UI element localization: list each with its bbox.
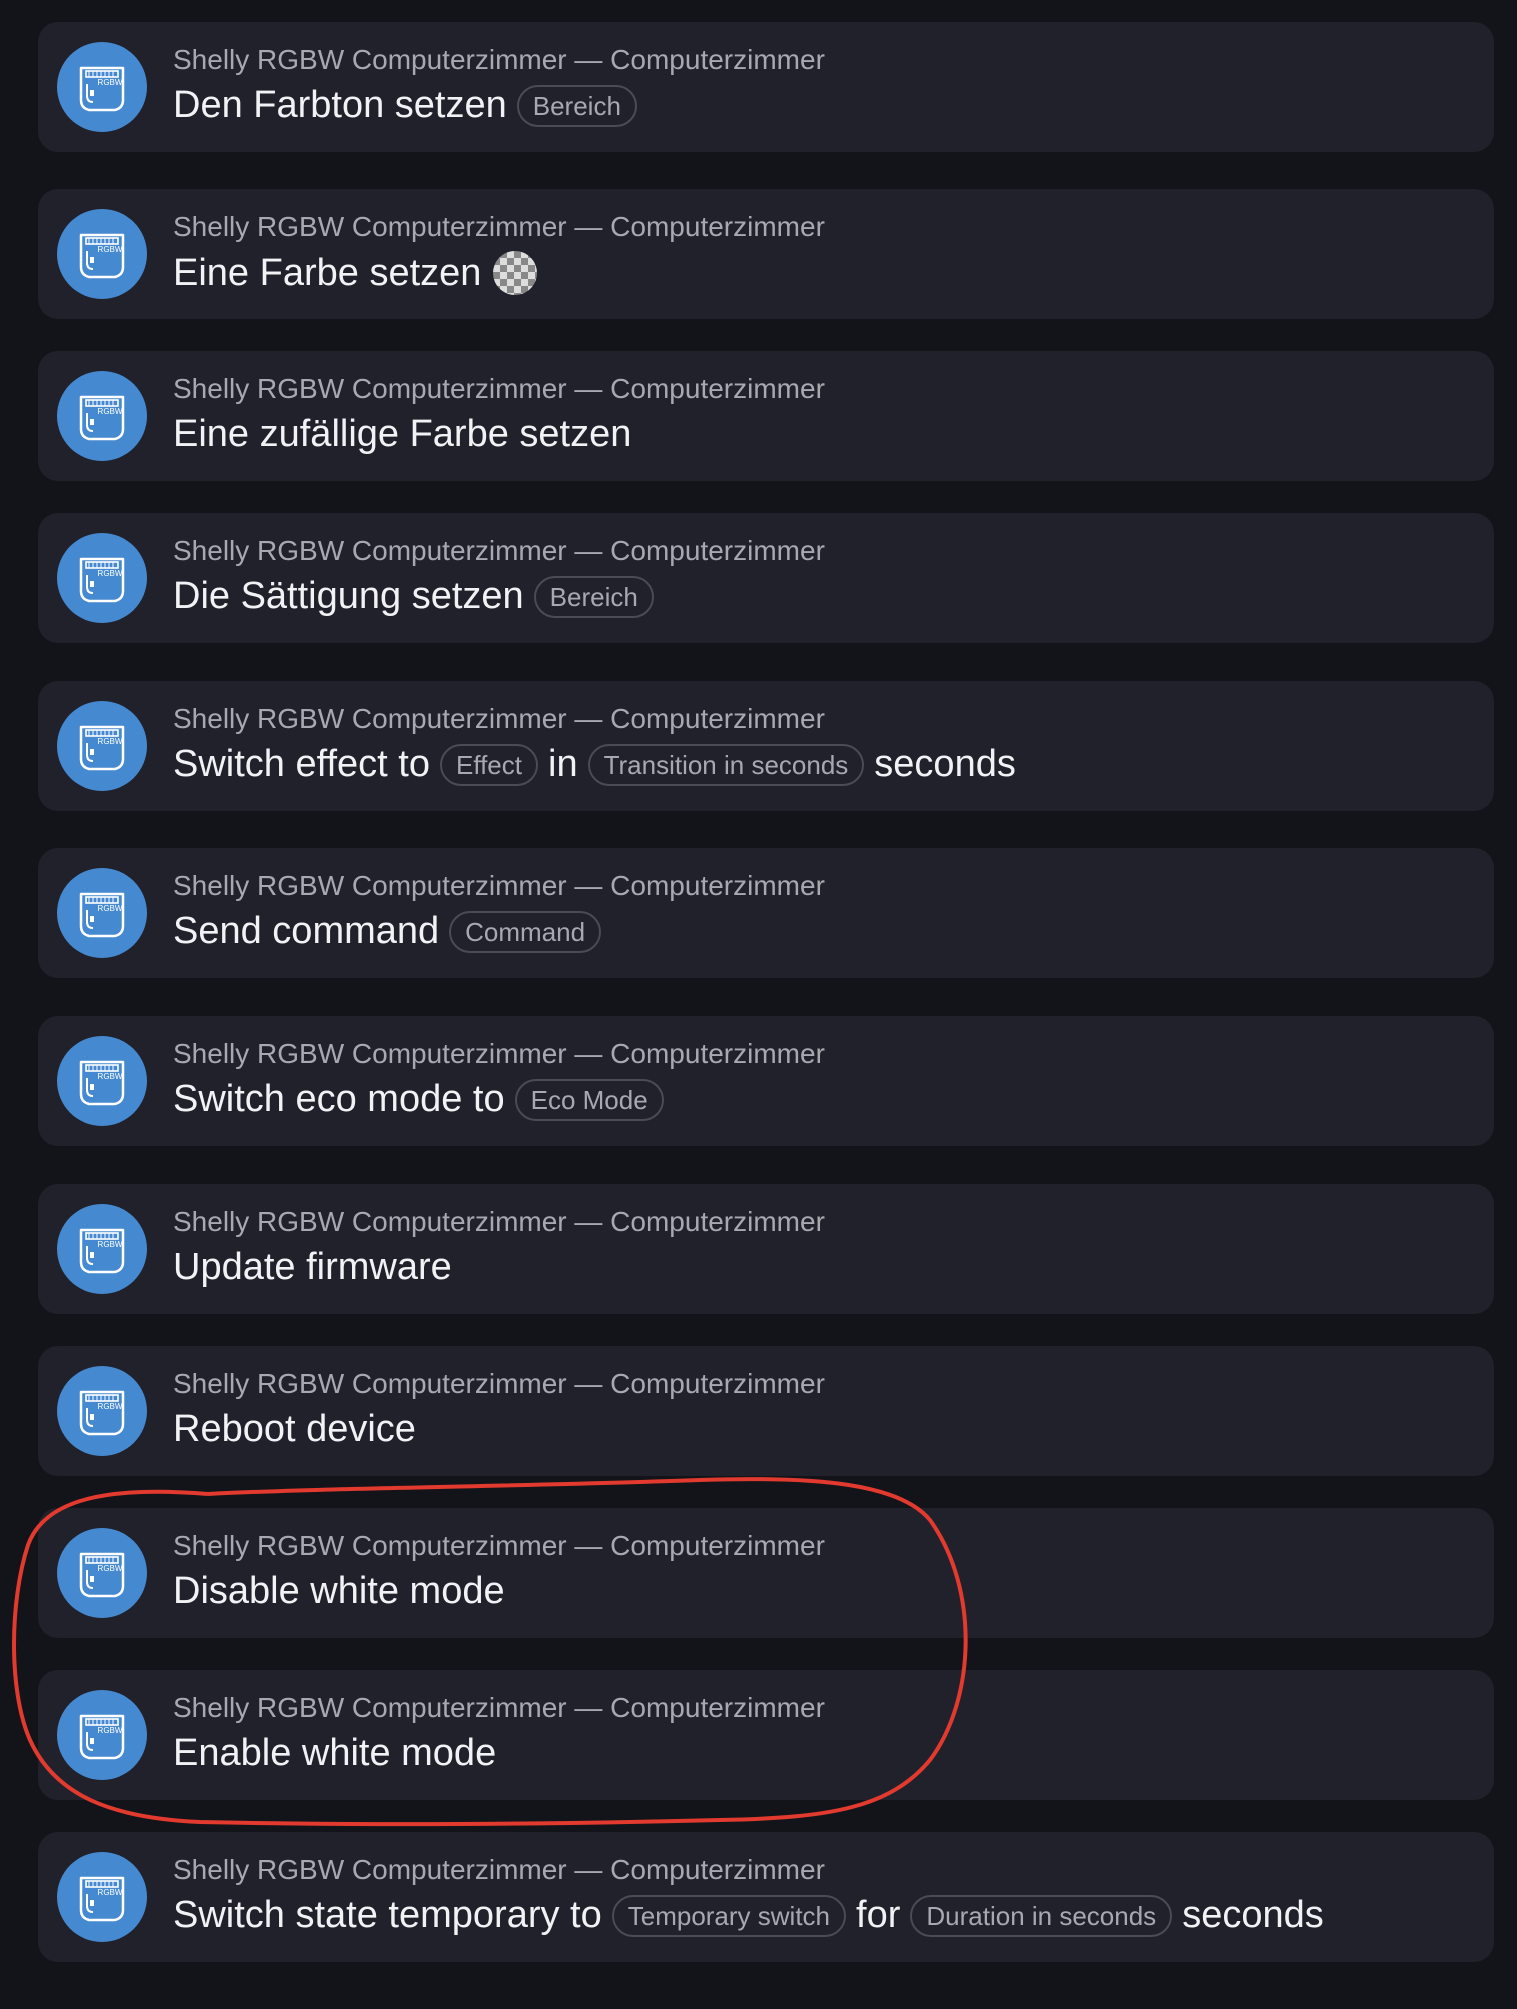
- device-subtitle: Shelly RGBW Computerzimmer — Computerzim…: [173, 373, 825, 404]
- svg-text:RGBW: RGBW: [98, 1402, 123, 1411]
- action-title: Die Sättigung setzen Bereich: [173, 575, 664, 618]
- device-subtitle: Shelly RGBW Computerzimmer — Computerzim…: [173, 535, 825, 566]
- parameter-chip: Duration in seconds: [910, 1894, 1173, 1937]
- parameter-chip: Eco Mode: [514, 1078, 664, 1121]
- action-item[interactable]: RGBW Shelly RGBW Computerzimmer — Comput…: [38, 681, 1494, 811]
- parameter-chip: Command: [449, 910, 602, 953]
- action-title-text: Den Farbton setzen: [173, 84, 507, 126]
- action-title-text: Send command: [173, 910, 440, 952]
- device-subtitle: Shelly RGBW Computerzimmer — Computerzim…: [173, 1368, 825, 1399]
- device-avatar: RGBW: [57, 371, 147, 461]
- device-subtitle: Shelly RGBW Computerzimmer — Computerzim…: [173, 870, 825, 901]
- action-title-text: for: [856, 1894, 901, 1936]
- action-item[interactable]: RGBW Shelly RGBW Computerzimmer — Comput…: [38, 848, 1494, 978]
- action-title: Den Farbton setzen Bereich: [173, 84, 647, 127]
- device-subtitle: Shelly RGBW Computerzimmer — Computerzim…: [173, 1206, 825, 1237]
- action-item[interactable]: RGBW Shelly RGBW Computerzimmer — Comput…: [38, 513, 1494, 643]
- device-avatar: RGBW: [57, 1366, 147, 1456]
- device-subtitle: Shelly RGBW Computerzimmer — Computerzim…: [173, 1038, 825, 1069]
- action-title: Switch effect to Effect in Transition in se…: [173, 743, 1026, 786]
- svg-text:RGBW: RGBW: [98, 245, 123, 254]
- action-title: Switch state temporary to Temporary switc…: [173, 1894, 1334, 1937]
- action-item[interactable]: RGBW Shelly RGBW Computerzimmer — Comput…: [38, 1346, 1494, 1476]
- shelly-rgbw-device-icon: RGBW: [79, 1876, 125, 1922]
- action-title: Switch eco mode to Eco Mode: [173, 1078, 674, 1121]
- action-title: Reboot device: [173, 1408, 426, 1451]
- shelly-rgbw-device-icon: RGBW: [79, 66, 125, 112]
- action-title-text: Switch state temporary to: [173, 1894, 602, 1936]
- device-subtitle: Shelly RGBW Computerzimmer — Computerzim…: [173, 44, 825, 75]
- action-item[interactable]: RGBW Shelly RGBW Computerzimmer — Comput…: [38, 189, 1494, 319]
- device-avatar: RGBW: [57, 1528, 147, 1618]
- shelly-rgbw-device-icon: RGBW: [79, 1390, 125, 1436]
- parameter-chip: Temporary switch: [611, 1894, 847, 1937]
- parameter-chip: Bereich: [533, 575, 654, 618]
- action-item[interactable]: RGBW Shelly RGBW Computerzimmer — Comput…: [38, 1508, 1494, 1638]
- device-avatar: RGBW: [57, 1852, 147, 1942]
- action-title: Eine Farbe setzen: [173, 251, 547, 295]
- svg-text:RGBW: RGBW: [98, 1888, 123, 1897]
- action-title-text: Eine Farbe setzen: [173, 251, 482, 294]
- action-title-text: Eine zufällige Farbe setzen: [173, 413, 632, 455]
- action-title-text: Die Sättigung setzen: [173, 575, 524, 617]
- svg-text:RGBW: RGBW: [98, 1564, 123, 1573]
- action-title: Send command Command: [173, 910, 611, 953]
- shelly-rgbw-device-icon: RGBW: [79, 1060, 125, 1106]
- action-title-text: Switch eco mode to: [173, 1078, 505, 1120]
- svg-text:RGBW: RGBW: [98, 407, 123, 416]
- device-avatar: RGBW: [57, 533, 147, 623]
- svg-text:RGBW: RGBW: [98, 737, 123, 746]
- shelly-rgbw-device-icon: RGBW: [79, 892, 125, 938]
- shelly-rgbw-device-icon: RGBW: [79, 395, 125, 441]
- device-avatar: RGBW: [57, 1036, 147, 1126]
- action-title: Enable white mode: [173, 1732, 506, 1775]
- action-title-text: Enable white mode: [173, 1732, 497, 1774]
- shelly-rgbw-device-icon: RGBW: [79, 1714, 125, 1760]
- action-title-text: Switch effect to: [173, 743, 430, 785]
- device-avatar: RGBW: [57, 701, 147, 791]
- action-title-text: Update firmware: [173, 1246, 452, 1288]
- action-item[interactable]: RGBW Shelly RGBW Computerzimmer — Comput…: [38, 1832, 1494, 1962]
- action-title: Eine zufällige Farbe setzen: [173, 413, 641, 456]
- action-item[interactable]: RGBW Shelly RGBW Computerzimmer — Comput…: [38, 22, 1494, 152]
- parameter-chip: Effect: [439, 743, 538, 786]
- shelly-rgbw-device-icon: RGBW: [79, 725, 125, 771]
- device-avatar: RGBW: [57, 42, 147, 132]
- action-title: Disable white mode: [173, 1570, 515, 1613]
- color-swatch-icon: [493, 251, 538, 295]
- action-title-text: seconds: [1182, 1894, 1324, 1936]
- action-item[interactable]: RGBW Shelly RGBW Computerzimmer — Comput…: [38, 1016, 1494, 1146]
- shelly-rgbw-device-icon: RGBW: [79, 233, 125, 279]
- device-subtitle: Shelly RGBW Computerzimmer — Computerzim…: [173, 1854, 825, 1885]
- svg-text:RGBW: RGBW: [98, 1726, 123, 1735]
- action-title-text: in: [548, 743, 578, 785]
- device-subtitle: Shelly RGBW Computerzimmer — Computerzim…: [173, 1530, 825, 1561]
- action-title-text: seconds: [874, 743, 1016, 785]
- svg-text:RGBW: RGBW: [98, 78, 123, 87]
- action-title: Update firmware: [173, 1246, 462, 1289]
- action-title-text: Reboot device: [173, 1408, 416, 1450]
- device-subtitle: Shelly RGBW Computerzimmer — Computerzim…: [173, 703, 825, 734]
- action-item[interactable]: RGBW Shelly RGBW Computerzimmer — Comput…: [38, 1670, 1494, 1800]
- device-avatar: RGBW: [57, 868, 147, 958]
- action-item[interactable]: RGBW Shelly RGBW Computerzimmer — Comput…: [38, 1184, 1494, 1314]
- device-subtitle: Shelly RGBW Computerzimmer — Computerzim…: [173, 1692, 825, 1723]
- action-title-text: Disable white mode: [173, 1570, 505, 1612]
- svg-text:RGBW: RGBW: [98, 904, 123, 913]
- device-avatar: RGBW: [57, 1690, 147, 1780]
- shelly-rgbw-device-icon: RGBW: [79, 1228, 125, 1274]
- device-avatar: RGBW: [57, 209, 147, 299]
- parameter-chip: Transition in seconds: [587, 743, 865, 786]
- parameter-chip: Bereich: [516, 84, 637, 127]
- device-subtitle: Shelly RGBW Computerzimmer — Computerzim…: [173, 211, 825, 242]
- svg-text:RGBW: RGBW: [98, 1240, 123, 1249]
- action-list-page: { "device_line": "Shelly RGBW Computerzi…: [0, 0, 1517, 2009]
- shelly-rgbw-device-icon: RGBW: [79, 1552, 125, 1598]
- shelly-rgbw-device-icon: RGBW: [79, 557, 125, 603]
- device-avatar: RGBW: [57, 1204, 147, 1294]
- svg-text:RGBW: RGBW: [98, 569, 123, 578]
- action-item[interactable]: RGBW Shelly RGBW Computerzimmer — Comput…: [38, 351, 1494, 481]
- svg-text:RGBW: RGBW: [98, 1072, 123, 1081]
